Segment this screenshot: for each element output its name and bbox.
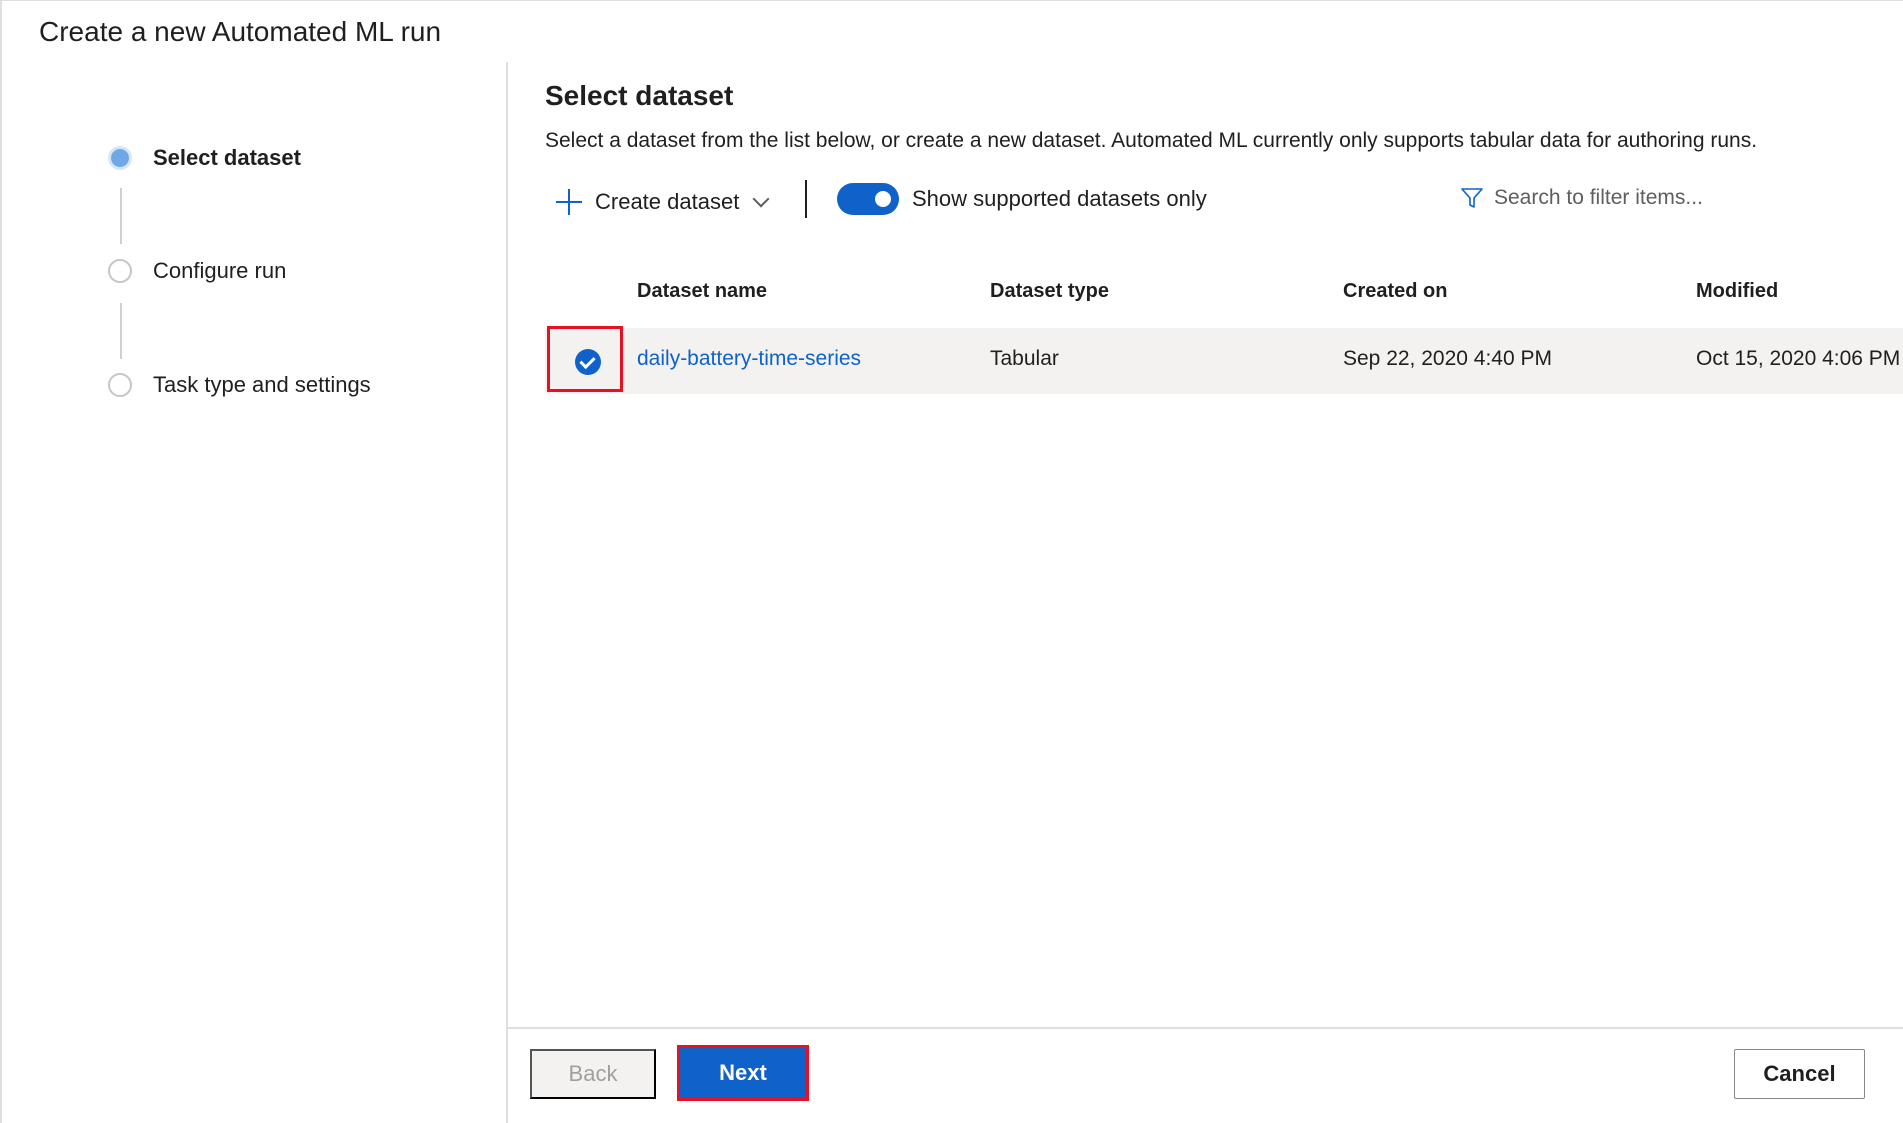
create-dataset-button[interactable]: Create dataset [555,180,770,224]
section-title: Select dataset [545,80,734,111]
column-header-modified[interactable]: Modified [1696,280,1778,303]
toolbar-separator [805,180,807,218]
footer-divider [508,1027,1903,1029]
created-on-cell: Sep 22, 2020 4:40 PM [1343,347,1552,370]
panel-divider [506,62,508,1123]
datasets-table: Dataset name Dataset type Created on Mod… [545,272,1903,394]
step-active-indicator-icon [108,146,132,170]
cancel-button[interactable]: Cancel [1734,1049,1865,1099]
modified-cell: Oct 15, 2020 4:06 PM [1696,347,1901,370]
step-pending-indicator-icon [108,259,132,283]
step-configure-run[interactable]: Configure run [108,258,286,283]
step-task-type-settings[interactable]: Task type and settings [108,372,371,397]
toggle-label: Show supported datasets only [912,186,1207,211]
step-pending-indicator-icon [108,373,132,397]
checkmark-icon [575,349,601,375]
row-select-highlight[interactable] [547,326,623,392]
step-label: Select dataset [153,145,301,170]
table-header: Dataset name Dataset type Created on Mod… [545,272,1903,316]
plus-icon [555,188,583,216]
search-filter-input[interactable]: Search to filter items... [1460,180,1703,216]
step-label: Task type and settings [153,372,371,397]
search-placeholder: Search to filter items... [1494,186,1703,209]
column-header-dataset-type[interactable]: Dataset type [990,280,1109,303]
column-header-dataset-name[interactable]: Dataset name [637,280,767,303]
page-title: Create a new Automated ML run [39,16,442,47]
table-row[interactable]: daily-battery-time-series Tabular Sep 22… [545,326,1903,394]
filter-icon [1461,188,1483,208]
next-button[interactable]: Next [677,1045,809,1101]
section-description: Select a dataset from the list below, or… [545,129,1758,152]
toolbar: Create dataset Show supported datasets o… [555,180,1895,224]
column-header-created-on[interactable]: Created on [1343,280,1447,303]
step-connector [120,303,122,359]
step-label: Configure run [153,258,287,283]
dataset-name-link[interactable]: daily-battery-time-series [637,347,861,371]
step-connector [120,188,122,244]
chevron-down-icon [752,190,770,208]
supported-datasets-toggle[interactable] [837,183,899,215]
create-dataset-label: Create dataset [595,189,740,214]
step-select-dataset[interactable]: Select dataset [108,145,301,170]
back-button[interactable]: Back [530,1049,656,1099]
dataset-type-cell: Tabular [990,347,1059,370]
